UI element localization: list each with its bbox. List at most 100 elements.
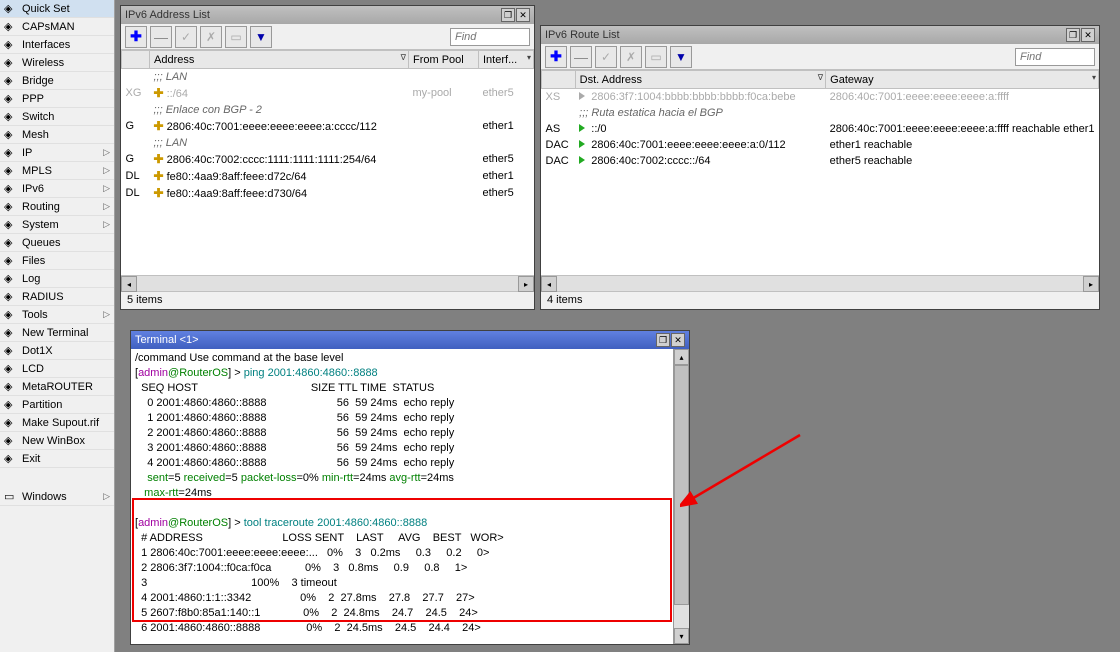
sidebar-label: IP [22, 147, 32, 159]
route-icon [579, 156, 585, 164]
table-row[interactable]: ;;; Enlace con BGP - 2 [122, 102, 534, 118]
sidebar-item-windows[interactable]: ▭ Windows ▷ [0, 488, 114, 506]
col-flag[interactable] [122, 51, 150, 69]
col-dst[interactable]: Dst. Address∇ [575, 71, 826, 89]
sidebar-item-dot1x[interactable]: ◈Dot1X [0, 342, 114, 360]
sidebar-item-capsman[interactable]: ◈CAPsMAN [0, 18, 114, 36]
chevron-icon: ▷ [103, 147, 110, 158]
sidebar-item-metarouter[interactable]: ◈MetaROUTER [0, 378, 114, 396]
scroll-up-button[interactable]: ▴ [674, 349, 689, 365]
filter-button[interactable]: ▼ [250, 26, 272, 48]
scroll-left-button[interactable]: ◂ [541, 276, 557, 292]
restore-button[interactable]: ❐ [1066, 28, 1080, 42]
sidebar-label: Interfaces [22, 39, 70, 51]
route-icon [579, 140, 585, 148]
term-line: 0 2001:4860:4860::8888 56 59 24ms echo r… [135, 396, 685, 411]
close-button[interactable]: ✕ [1081, 28, 1095, 42]
sidebar-item-queues[interactable]: ◈Queues [0, 234, 114, 252]
sidebar-label: Files [22, 255, 45, 267]
find-input[interactable] [450, 28, 530, 46]
enable-button[interactable]: ✓ [595, 46, 617, 68]
sidebar-item-new-terminal[interactable]: ◈New Terminal [0, 324, 114, 342]
sidebar-item-system[interactable]: ◈System▷ [0, 216, 114, 234]
filter-button[interactable]: ▼ [670, 46, 692, 68]
scroll-right-button[interactable]: ▸ [518, 276, 534, 292]
remove-button[interactable]: — [570, 46, 592, 68]
address-grid[interactable]: Address∇ From Pool Interf...▾ ;;; LANXG✚… [121, 50, 534, 275]
sidebar-item-exit[interactable]: ◈Exit [0, 450, 114, 468]
find-input[interactable] [1015, 48, 1095, 66]
sidebar-item-lcd[interactable]: ◈LCD [0, 360, 114, 378]
sidebar-item-radius[interactable]: ◈RADIUS [0, 288, 114, 306]
sidebar-item-mesh[interactable]: ◈Mesh [0, 126, 114, 144]
comment-button[interactable]: ▭ [645, 46, 667, 68]
table-row[interactable]: DAC 2806:40c:7001:eeee:eeee:eeee:a:0/112… [542, 137, 1099, 153]
titlebar[interactable]: IPv6 Route List ❐ ✕ [541, 26, 1099, 44]
sidebar-label: New Terminal [22, 327, 88, 339]
comment-button[interactable]: ▭ [225, 26, 247, 48]
h-scrollbar[interactable]: ◂ ▸ [541, 275, 1099, 291]
menu-icon: ◈ [4, 344, 18, 358]
sidebar-item-switch[interactable]: ◈Switch [0, 108, 114, 126]
sidebar-item-ipv6[interactable]: ◈IPv6▷ [0, 180, 114, 198]
sidebar-item-wireless[interactable]: ◈Wireless [0, 54, 114, 72]
sidebar-item-mpls[interactable]: ◈MPLS▷ [0, 162, 114, 180]
table-row[interactable]: G✚ 2806:40c:7002:cccc:1111:1111:1111:254… [122, 151, 534, 168]
table-row[interactable]: DAC 2806:40c:7002:cccc::/64ether5 reacha… [542, 153, 1099, 169]
close-button[interactable]: ✕ [516, 8, 530, 22]
sidebar-item-routing[interactable]: ◈Routing▷ [0, 198, 114, 216]
table-row[interactable]: AS ::/02806:40c:7001:eeee:eeee:eeee:a:ff… [542, 121, 1099, 137]
col-flag[interactable] [542, 71, 576, 89]
scroll-thumb[interactable] [674, 365, 689, 605]
table-row[interactable]: G✚ 2806:40c:7001:eeee:eeee:eeee:a:cccc/1… [122, 118, 534, 135]
route-icon [579, 124, 585, 132]
disable-button[interactable]: ✗ [620, 46, 642, 68]
titlebar[interactable]: IPv6 Address List ❐ ✕ [121, 6, 534, 24]
sidebar-item-quick-set[interactable]: ◈Quick Set [0, 0, 114, 18]
col-frompool[interactable]: From Pool [409, 51, 479, 69]
h-scrollbar[interactable]: ◂ ▸ [121, 275, 534, 291]
titlebar[interactable]: Terminal <1> ❐ ✕ [131, 331, 689, 349]
sidebar-label: Exit [22, 453, 40, 465]
enable-button[interactable]: ✓ [175, 26, 197, 48]
table-row[interactable]: DL✚ fe80::4aa9:8aff:feee:d72c/64ether1 [122, 168, 534, 185]
add-button[interactable]: ✚ [545, 46, 567, 68]
sidebar-item-files[interactable]: ◈ Files [0, 252, 114, 270]
sidebar-item-make-supout.rif[interactable]: ◈Make Supout.rif [0, 414, 114, 432]
sidebar-item-partition[interactable]: ◈Partition [0, 396, 114, 414]
table-row[interactable]: XS 2806:3f7:1004:bbbb:bbbb:bbbb:f0ca:beb… [542, 89, 1099, 105]
col-interface[interactable]: Interf...▾ [479, 51, 534, 69]
sidebar-item-bridge[interactable]: ◈Bridge [0, 72, 114, 90]
sidebar-item-ppp[interactable]: ◈PPP [0, 90, 114, 108]
restore-button[interactable]: ❐ [501, 8, 515, 22]
sidebar-item-new-winbox[interactable]: ◈New WinBox [0, 432, 114, 450]
scroll-left-button[interactable]: ◂ [121, 276, 137, 292]
table-row[interactable]: DL✚ fe80::4aa9:8aff:feee:d730/64ether5 [122, 185, 534, 202]
col-gateway[interactable]: Gateway▾ [826, 71, 1099, 89]
table-row[interactable]: ;;; LAN [122, 69, 534, 85]
disable-button[interactable]: ✗ [200, 26, 222, 48]
v-scrollbar[interactable]: ▴ ▾ [673, 349, 689, 644]
table-row[interactable]: ;;; LAN [122, 135, 534, 151]
add-button[interactable]: ✚ [125, 26, 147, 48]
menu-icon: ◈ [4, 380, 18, 394]
term-line: 1 2001:4860:4860::8888 56 59 24ms echo r… [135, 411, 685, 426]
menu-icon: ◈ [4, 254, 18, 268]
close-button[interactable]: ✕ [671, 333, 685, 347]
sidebar-item-log[interactable]: ◈Log [0, 270, 114, 288]
menu-icon: ◈ [4, 200, 18, 214]
table-row[interactable]: ;;; Ruta estatica hacia el BGP [542, 105, 1099, 121]
scroll-right-button[interactable]: ▸ [1083, 276, 1099, 292]
scroll-down-button[interactable]: ▾ [674, 628, 689, 644]
term-line: [admin@RouterOS] > ping 2001:4860:4860::… [135, 366, 685, 381]
menu-icon: ◈ [4, 128, 18, 142]
sidebar-label: IPv6 [22, 183, 44, 195]
col-address[interactable]: Address∇ [150, 51, 409, 69]
restore-button[interactable]: ❐ [656, 333, 670, 347]
table-row[interactable]: XG✚ ::/64my-poolether5 [122, 85, 534, 102]
sidebar-item-interfaces[interactable]: ◈Interfaces [0, 36, 114, 54]
remove-button[interactable]: — [150, 26, 172, 48]
sidebar-item-tools[interactable]: ◈Tools▷ [0, 306, 114, 324]
route-grid[interactable]: Dst. Address∇ Gateway▾ XS 2806:3f7:1004:… [541, 70, 1099, 275]
sidebar-item-ip[interactable]: ◈IP▷ [0, 144, 114, 162]
